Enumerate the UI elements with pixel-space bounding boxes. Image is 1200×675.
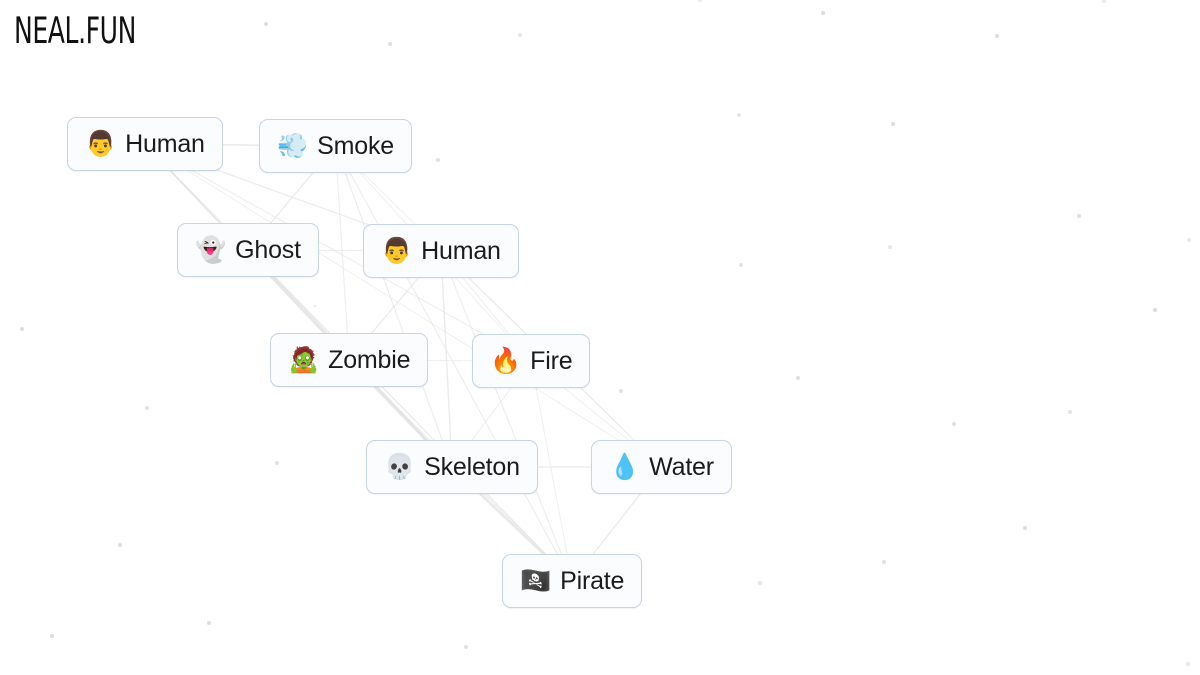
skull-emoji: 💀	[384, 451, 416, 481]
craft-node-human-1[interactable]: 👨 Human	[67, 117, 223, 171]
craft-node-zombie[interactable]: 🧟 Zombie	[270, 333, 429, 387]
craft-node-pirate[interactable]: 🏴‍☠️ Pirate	[502, 554, 643, 608]
craft-node-fire[interactable]: 🔥 Fire	[472, 334, 591, 388]
dashing-away-emoji: 💨	[277, 130, 309, 160]
craft-node-skeleton[interactable]: 💀 Skeleton	[366, 440, 538, 494]
craft-node-human-2[interactable]: 👨 Human	[363, 224, 519, 278]
fire-emoji: 🔥	[490, 345, 522, 375]
infinite-craft-canvas[interactable]: NEAL.FUN 👨 Human 💨 Smoke 👻 Ghost 👨 Human 🧟 Zombie…	[0, 0, 1200, 675]
man-emoji: 👨	[85, 128, 117, 158]
zombie-emoji: 🧟	[288, 344, 320, 374]
craft-node-water[interactable]: 💧 Water	[591, 440, 732, 494]
craft-node-label: Water	[649, 452, 714, 481]
craft-node-label: Human	[125, 129, 205, 158]
craft-node-label: Skeleton	[424, 452, 520, 481]
craft-node-smoke[interactable]: 💨 Smoke	[259, 119, 412, 173]
craft-node-label: Zombie	[328, 345, 411, 374]
craft-node-label: Fire	[530, 346, 573, 375]
ghost-emoji: 👻	[195, 234, 227, 264]
man-emoji: 👨	[381, 235, 413, 265]
craft-node-label: Human	[421, 236, 501, 265]
droplet-emoji: 💧	[609, 451, 641, 481]
craft-node-label: Pirate	[560, 566, 625, 595]
node-layer: 👨 Human 💨 Smoke 👻 Ghost 👨 Human 🧟 Zombie 🔥 Fire 💀 Ske…	[0, 0, 1200, 675]
craft-node-label: Ghost	[235, 235, 301, 264]
craft-node-label: Smoke	[317, 131, 394, 160]
pirate-flag-emoji: 🏴‍☠️	[520, 565, 552, 595]
craft-node-ghost[interactable]: 👻 Ghost	[177, 223, 319, 277]
